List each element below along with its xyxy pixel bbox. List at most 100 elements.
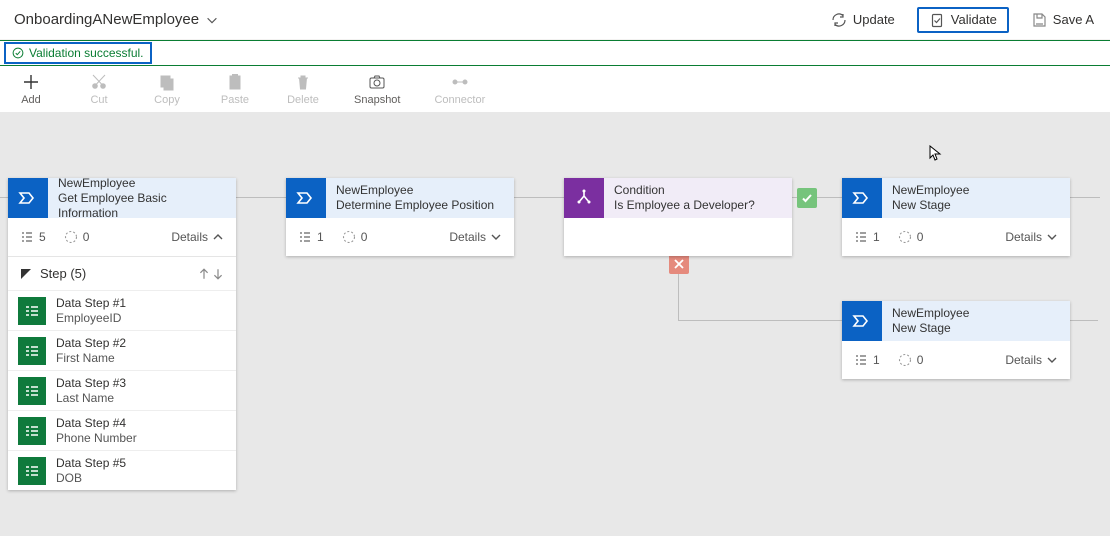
clock-dashed-icon bbox=[64, 230, 78, 244]
connector-button[interactable]: Connector bbox=[434, 73, 485, 106]
x-icon bbox=[674, 259, 684, 269]
stage-meta-bar: 1 0 Details bbox=[842, 341, 1070, 379]
list-icon bbox=[854, 353, 868, 367]
duration: 0 bbox=[64, 230, 90, 244]
check-circle-icon bbox=[12, 47, 24, 59]
stage-name: New Stage bbox=[892, 198, 1060, 213]
scissors-icon bbox=[90, 73, 108, 91]
paste-icon bbox=[226, 73, 244, 91]
form-field-icon bbox=[18, 297, 46, 325]
paste-button[interactable]: Paste bbox=[218, 73, 252, 106]
copy-button[interactable]: Copy bbox=[150, 73, 184, 106]
stage-titles: NewEmployee New Stage bbox=[882, 178, 1070, 218]
stage-icon bbox=[842, 301, 882, 341]
flow-canvas[interactable]: NewEmployee Get Employee Basic Informati… bbox=[0, 112, 1110, 536]
paste-label: Paste bbox=[221, 94, 249, 106]
cut-button[interactable]: Cut bbox=[82, 73, 116, 106]
delete-label: Delete bbox=[287, 94, 319, 106]
stage-name: New Stage bbox=[892, 321, 1060, 336]
snapshot-label: Snapshot bbox=[354, 94, 400, 106]
stage-name: Get Employee Basic Information bbox=[58, 191, 226, 221]
clock-dashed-icon bbox=[898, 353, 912, 367]
mouse-cursor-icon bbox=[928, 145, 944, 161]
validation-bar: Validation successful. bbox=[0, 40, 1110, 66]
stage-icon bbox=[8, 178, 48, 218]
stage-titles: NewEmployee New Stage bbox=[882, 301, 1070, 341]
duration: 0 bbox=[898, 353, 924, 367]
stage-card-4[interactable]: NewEmployee New Stage 1 0 Details bbox=[842, 178, 1070, 256]
step-count: 1 bbox=[298, 230, 324, 244]
stage-header: NewEmployee Determine Employee Position bbox=[286, 178, 514, 218]
data-step-row[interactable]: Data Step #4Phone Number bbox=[8, 410, 236, 450]
save-as-button[interactable]: Save A bbox=[1023, 8, 1102, 32]
save-icon bbox=[1031, 12, 1047, 28]
plus-icon bbox=[22, 73, 40, 91]
stage-card-1[interactable]: NewEmployee Get Employee Basic Informati… bbox=[8, 178, 236, 490]
stage-name: Is Employee a Developer? bbox=[614, 198, 782, 213]
validation-message: Validation successful. bbox=[29, 46, 144, 60]
step-text: Data Step #4Phone Number bbox=[56, 416, 137, 445]
arrow-down-icon bbox=[212, 268, 224, 280]
form-field-icon bbox=[18, 457, 46, 485]
stage-card-2[interactable]: NewEmployee Determine Employee Position … bbox=[286, 178, 514, 256]
stage-titles: Condition Is Employee a Developer? bbox=[604, 178, 792, 218]
details-toggle[interactable]: Details bbox=[171, 230, 224, 244]
flow-title: OnboardingANewEmployee bbox=[14, 11, 199, 28]
header-title-group[interactable]: OnboardingANewEmployee bbox=[14, 11, 219, 28]
stage-meta-bar: 1 0 Details bbox=[842, 218, 1070, 256]
stage-entity: NewEmployee bbox=[58, 176, 226, 191]
stage-header: NewEmployee Get Employee Basic Informati… bbox=[8, 178, 236, 218]
step-count: 5 bbox=[20, 230, 46, 244]
stage-titles: NewEmployee Get Employee Basic Informati… bbox=[48, 178, 236, 218]
triangle-collapse-icon bbox=[20, 268, 32, 280]
validate-label: Validate bbox=[951, 12, 997, 27]
sort-arrows[interactable] bbox=[198, 268, 224, 280]
condition-no-badge bbox=[669, 254, 689, 274]
step-text: Data Step #5DOB bbox=[56, 456, 126, 485]
copy-icon bbox=[158, 73, 176, 91]
form-field-icon bbox=[18, 377, 46, 405]
update-label: Update bbox=[853, 12, 895, 27]
camera-icon bbox=[368, 73, 386, 91]
data-step-row[interactable]: Data Step #1EmployeeID bbox=[8, 290, 236, 330]
app-header: OnboardingANewEmployee Update Validate S… bbox=[0, 0, 1110, 40]
step-count: 1 bbox=[854, 353, 880, 367]
step-text: Data Step #1EmployeeID bbox=[56, 296, 126, 325]
step-text: Data Step #2First Name bbox=[56, 336, 126, 365]
stage-card-5[interactable]: NewEmployee New Stage 1 0 Details bbox=[842, 301, 1070, 379]
form-field-icon bbox=[18, 417, 46, 445]
stage-icon bbox=[286, 178, 326, 218]
arrow-up-icon bbox=[198, 268, 210, 280]
stage-entity: NewEmployee bbox=[336, 183, 504, 198]
stage-name: Determine Employee Position bbox=[336, 198, 504, 213]
chevron-up-icon bbox=[212, 231, 224, 243]
add-button[interactable]: Add bbox=[14, 73, 48, 106]
snapshot-button[interactable]: Snapshot bbox=[354, 73, 400, 106]
condition-card[interactable]: Condition Is Employee a Developer? bbox=[564, 178, 792, 256]
stage-header: Condition Is Employee a Developer? bbox=[564, 178, 792, 218]
list-icon bbox=[20, 230, 34, 244]
clipboard-check-icon bbox=[929, 12, 945, 28]
details-toggle[interactable]: Details bbox=[449, 230, 502, 244]
condition-icon bbox=[564, 178, 604, 218]
stage-titles: NewEmployee Determine Employee Position bbox=[326, 178, 514, 218]
data-step-row[interactable]: Data Step #2First Name bbox=[8, 330, 236, 370]
data-step-row[interactable]: Data Step #3Last Name bbox=[8, 370, 236, 410]
details-toggle[interactable]: Details bbox=[1005, 353, 1058, 367]
stage-icon bbox=[842, 178, 882, 218]
stage-header: NewEmployee New Stage bbox=[842, 301, 1070, 341]
trash-icon bbox=[294, 73, 312, 91]
delete-button[interactable]: Delete bbox=[286, 73, 320, 106]
duration: 0 bbox=[342, 230, 368, 244]
data-step-row[interactable]: Data Step #5DOB bbox=[8, 450, 236, 490]
stage-entity: Condition bbox=[614, 183, 782, 198]
refresh-icon bbox=[831, 12, 847, 28]
update-button[interactable]: Update bbox=[823, 8, 903, 32]
step-count: 1 bbox=[854, 230, 880, 244]
clock-dashed-icon bbox=[342, 230, 356, 244]
save-label: Save A bbox=[1053, 12, 1094, 27]
steps-section-header[interactable]: Step (5) bbox=[8, 256, 236, 290]
details-toggle[interactable]: Details bbox=[1005, 230, 1058, 244]
validate-button[interactable]: Validate bbox=[917, 7, 1009, 33]
steps-header-label: Step (5) bbox=[40, 266, 86, 281]
